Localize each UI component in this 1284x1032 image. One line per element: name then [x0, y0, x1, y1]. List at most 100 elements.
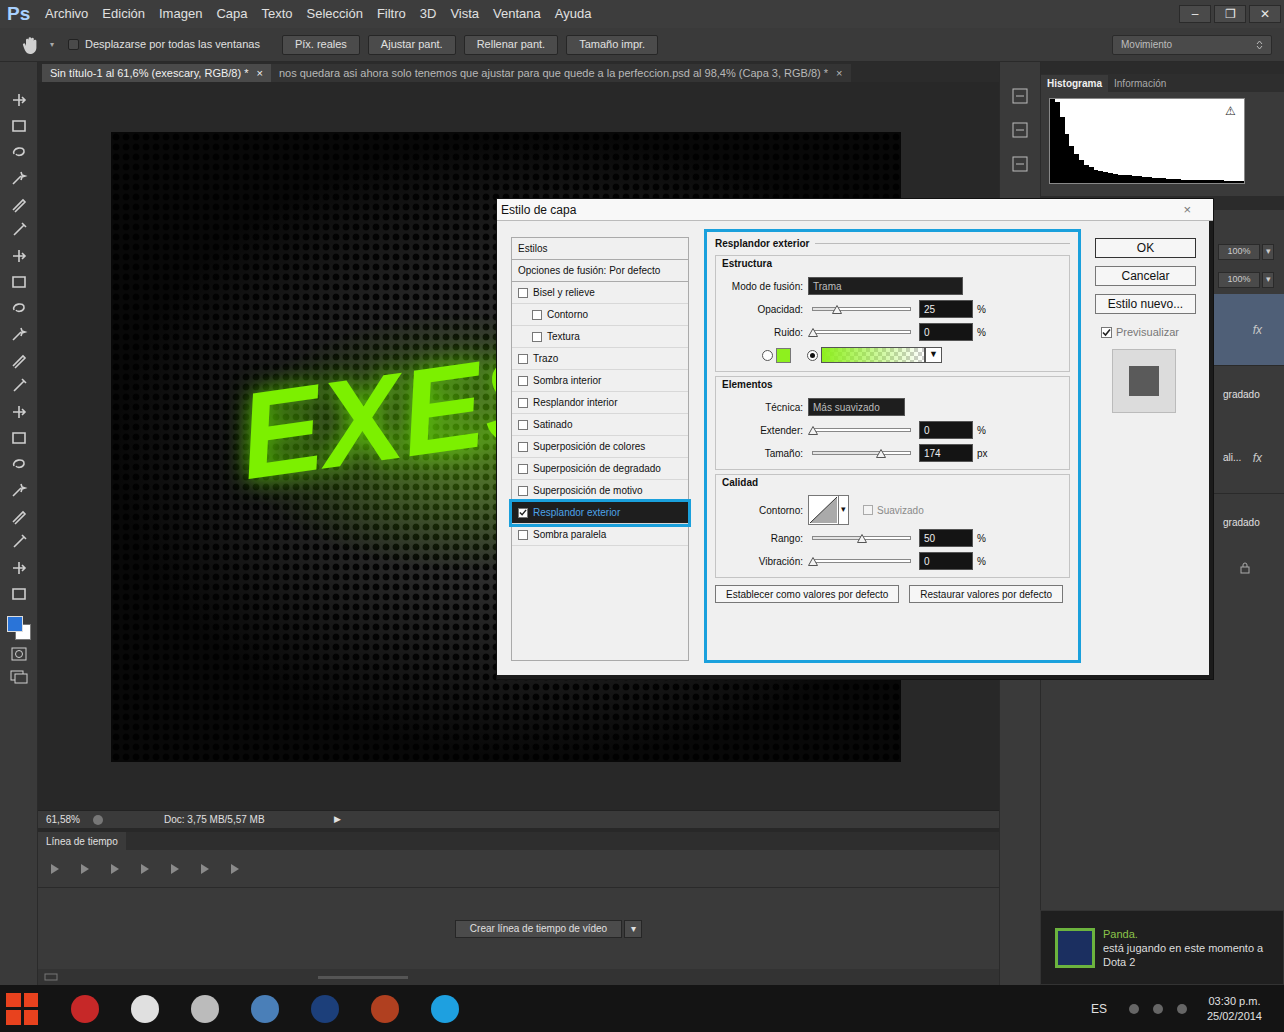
clock-time[interactable]: 03:30 p.m.	[1208, 994, 1260, 1009]
tab-close[interactable]: ×	[836, 65, 842, 82]
slider-thumb-icon[interactable]	[808, 328, 818, 337]
checkbox[interactable]	[518, 508, 528, 518]
zoom-button[interactable]: Rellenar pant.	[464, 35, 559, 55]
menu-item[interactable]: Vista	[443, 4, 486, 24]
tool-icon[interactable]	[9, 116, 29, 136]
number-field[interactable]: 0	[919, 552, 973, 570]
zoom-button[interactable]: Ajustar pant.	[368, 35, 456, 55]
app-icon[interactable]	[68, 992, 102, 1026]
slider-thumb-icon[interactable]	[876, 449, 886, 458]
effect-item[interactable]: Contorno	[512, 304, 688, 326]
slider-track[interactable]	[812, 559, 911, 563]
window-control[interactable]: –	[1179, 5, 1211, 23]
scroll-all-option[interactable]: Desplazarse por todas las ventanas	[68, 36, 260, 53]
checkbox[interactable]	[1101, 327, 1112, 338]
slider-track[interactable]	[812, 536, 911, 540]
app-icon[interactable]	[428, 992, 462, 1026]
checkbox[interactable]	[518, 442, 528, 452]
effect-item[interactable]: Resplandor interior	[512, 392, 688, 414]
color-swatch[interactable]	[776, 348, 791, 363]
effect-item[interactable]: Bisel y relieve	[512, 282, 688, 304]
zoom-track[interactable]	[318, 976, 408, 979]
dropdown-field[interactable]: Trama	[808, 277, 963, 295]
slider-thumb-icon[interactable]	[808, 557, 818, 566]
status-menu[interactable]: ▶	[334, 813, 341, 827]
checkbox[interactable]	[518, 288, 528, 298]
slider-track[interactable]	[812, 451, 911, 455]
playback-icon[interactable]	[138, 862, 152, 876]
zoom-button[interactable]: Píx. reales	[282, 35, 360, 55]
create-timeline-button[interactable]: Crear línea de tiempo de vídeo	[455, 920, 622, 938]
app-icon[interactable]	[248, 992, 282, 1026]
start-icon[interactable]	[2, 989, 42, 1029]
preview-option[interactable]: Previsualizar	[1095, 324, 1196, 341]
checkbox[interactable]	[532, 332, 542, 342]
effect-item[interactable]: Superposición de motivo	[512, 480, 688, 502]
number-field[interactable]: 0	[919, 323, 973, 341]
gradient-picker[interactable]	[821, 347, 925, 363]
window-control[interactable]: ✕	[1249, 5, 1281, 23]
panel-icon[interactable]	[1010, 120, 1030, 140]
tool-icon[interactable]	[9, 402, 29, 422]
workspace-select[interactable]: Movimiento	[1112, 35, 1272, 55]
panel-tab[interactable]: Información	[1108, 75, 1172, 92]
tool-icon[interactable]	[9, 350, 29, 370]
timeline-tab[interactable]: Línea de tiempo	[38, 832, 126, 850]
slider-thumb-icon[interactable]	[857, 534, 867, 543]
dialog-close[interactable]: ×	[1183, 200, 1209, 220]
panel-tab[interactable]: Histograma	[1041, 75, 1108, 92]
defaults-button[interactable]: Restaurar valores por defecto	[909, 585, 1063, 603]
tray-icon[interactable]	[1151, 1002, 1165, 1016]
slider-thumb-icon[interactable]	[808, 426, 818, 435]
radio[interactable]	[762, 350, 773, 361]
fx-badge[interactable]: fx	[1253, 449, 1262, 467]
checkbox[interactable]	[532, 310, 542, 320]
styles-header[interactable]: Estilos	[512, 238, 688, 260]
fill-field[interactable]: 100%	[1218, 272, 1260, 288]
contour-dropdown[interactable]: ▾	[839, 495, 849, 525]
tool-icon[interactable]	[9, 168, 29, 188]
checkbox[interactable]	[518, 376, 528, 386]
cache-warning[interactable]: ⚠	[1225, 102, 1236, 120]
effect-item[interactable]: Sombra interior	[512, 370, 688, 392]
tool-icon[interactable]	[9, 454, 29, 474]
zoom-button[interactable]: Tamaño impr.	[566, 35, 658, 55]
playback-icon[interactable]	[48, 862, 62, 876]
tab-close[interactable]: ×	[257, 65, 263, 82]
document-tab[interactable]: Sin título-1 al 61,6% (exescary, RGB/8) …	[42, 64, 271, 82]
notification[interactable]: Panda.está jugando en este momento aDota…	[1040, 910, 1284, 985]
menu-item[interactable]: Ventana	[486, 4, 548, 24]
tool-icon[interactable]	[9, 506, 29, 526]
app-icon[interactable]	[188, 992, 222, 1026]
app-icon[interactable]	[368, 992, 402, 1026]
slider-track[interactable]	[812, 428, 911, 432]
film-icon[interactable]	[44, 973, 58, 981]
slider-track[interactable]	[812, 330, 911, 334]
checkbox[interactable]	[518, 530, 528, 540]
fill-dropdown[interactable]: ▾	[1262, 272, 1274, 288]
checkbox[interactable]	[518, 354, 528, 364]
effect-item[interactable]: Trazo	[512, 348, 688, 370]
menu-item[interactable]: Edición	[95, 4, 152, 24]
app-icon[interactable]	[128, 992, 162, 1026]
number-field[interactable]: 0	[919, 421, 973, 439]
effect-item[interactable]: Sombra paralela	[512, 524, 688, 546]
tool-icon[interactable]	[9, 428, 29, 448]
tool-icon[interactable]	[9, 142, 29, 162]
menu-item[interactable]: Filtro	[370, 4, 413, 24]
radio[interactable]	[807, 350, 818, 361]
timeline-dropdown[interactable]: ▾	[624, 920, 642, 938]
tool-icon[interactable]	[9, 324, 29, 344]
checkbox[interactable]	[68, 39, 79, 50]
panel-icon[interactable]	[1010, 154, 1030, 174]
effect-item[interactable]: Textura	[512, 326, 688, 348]
document-tab[interactable]: nos quedara asi ahora solo tenemos que a…	[271, 64, 851, 82]
menu-item[interactable]: Ayuda	[548, 4, 599, 24]
menu-item[interactable]: Imagen	[152, 4, 209, 24]
clock-date[interactable]: 25/02/2014	[1207, 1009, 1262, 1024]
tool-icon[interactable]	[9, 90, 29, 110]
dialog-button[interactable]: Cancelar	[1095, 266, 1196, 286]
tool-icon[interactable]	[9, 558, 29, 578]
checkbox[interactable]	[518, 486, 528, 496]
blend-options[interactable]: Opciones de fusión: Por defecto	[512, 260, 688, 282]
